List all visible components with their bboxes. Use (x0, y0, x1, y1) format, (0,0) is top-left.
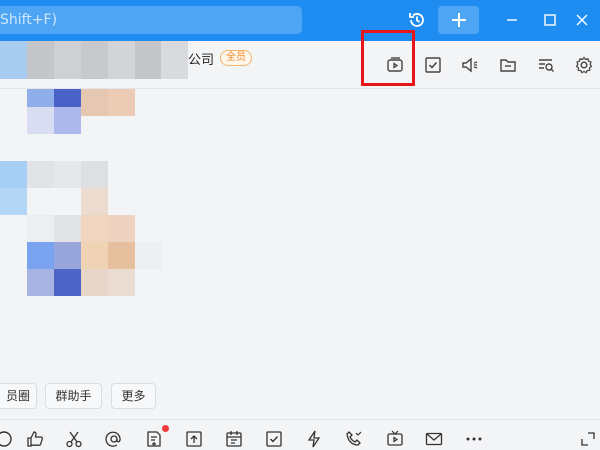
group-name: 公司 (188, 53, 215, 68)
files-button[interactable] (495, 52, 521, 78)
new-doc-icon (147, 431, 161, 447)
more-button[interactable] (462, 428, 486, 450)
settings-button[interactable] (571, 52, 597, 78)
expand-icon (581, 432, 595, 446)
input-toolbar-divider (0, 419, 600, 420)
notification-dot (162, 425, 169, 432)
folder-icon (500, 59, 516, 72)
plus-icon (451, 13, 466, 27)
close-button[interactable] (564, 6, 600, 34)
lightning-icon (307, 430, 321, 448)
chip-group-assistant[interactable]: 群助手 (45, 383, 102, 409)
live-button[interactable] (383, 428, 407, 450)
upload-button[interactable] (182, 428, 206, 450)
announcement-button[interactable] (457, 52, 483, 78)
mail-button[interactable] (422, 428, 446, 450)
chip-more[interactable]: 更多 (111, 383, 156, 409)
highlight-box (361, 30, 415, 86)
search-input[interactable]: Shift+F) (0, 6, 302, 34)
schedule-button[interactable] (222, 428, 246, 450)
mention-icon (105, 431, 121, 447)
chip-group-assistant-label: 群助手 (55, 389, 92, 403)
chip-moments[interactable]: 员圈 (0, 383, 37, 409)
announcement-icon (462, 57, 478, 73)
expand-editor-button[interactable] (576, 428, 600, 450)
task-check-icon (425, 57, 441, 73)
new-doc-button[interactable] (142, 428, 166, 450)
mention-button[interactable] (102, 428, 126, 450)
search-history-icon (539, 59, 554, 72)
maximize-icon (544, 14, 556, 26)
screenshot-button[interactable] (62, 428, 86, 450)
phone-icon (346, 431, 362, 446)
minimize-icon (507, 19, 517, 21)
emoji-button[interactable] (0, 428, 16, 450)
more-icon (466, 437, 482, 441)
upload-icon (186, 431, 202, 447)
quick-action-button[interactable] (302, 428, 326, 450)
history-icon (409, 13, 424, 27)
settings-gear-icon (575, 56, 593, 74)
check-task-icon (266, 431, 282, 447)
scissors-icon (66, 431, 82, 448)
emoji-icon (0, 431, 12, 447)
thumbs-up-icon (27, 431, 43, 447)
like-button[interactable] (23, 428, 47, 450)
task-button[interactable] (420, 52, 446, 78)
title-bar: Shift+F) (0, 0, 600, 41)
tv-live-icon (387, 430, 403, 446)
search-history-button[interactable] (533, 52, 559, 78)
group-avatar (0, 41, 188, 79)
close-icon (576, 14, 588, 26)
search-placeholder: Shift+F) (0, 12, 58, 28)
chip-more-label: 更多 (121, 389, 146, 403)
add-button[interactable] (438, 6, 479, 34)
chip-moments-label: 员圈 (5, 389, 30, 403)
task-button-bottom[interactable] (262, 428, 286, 450)
call-button[interactable] (342, 428, 366, 450)
calendar-icon (226, 431, 242, 447)
chat-header: 公司 全员 (0, 41, 600, 89)
mail-icon (425, 432, 443, 446)
all-members-badge: 全员 (220, 50, 252, 66)
